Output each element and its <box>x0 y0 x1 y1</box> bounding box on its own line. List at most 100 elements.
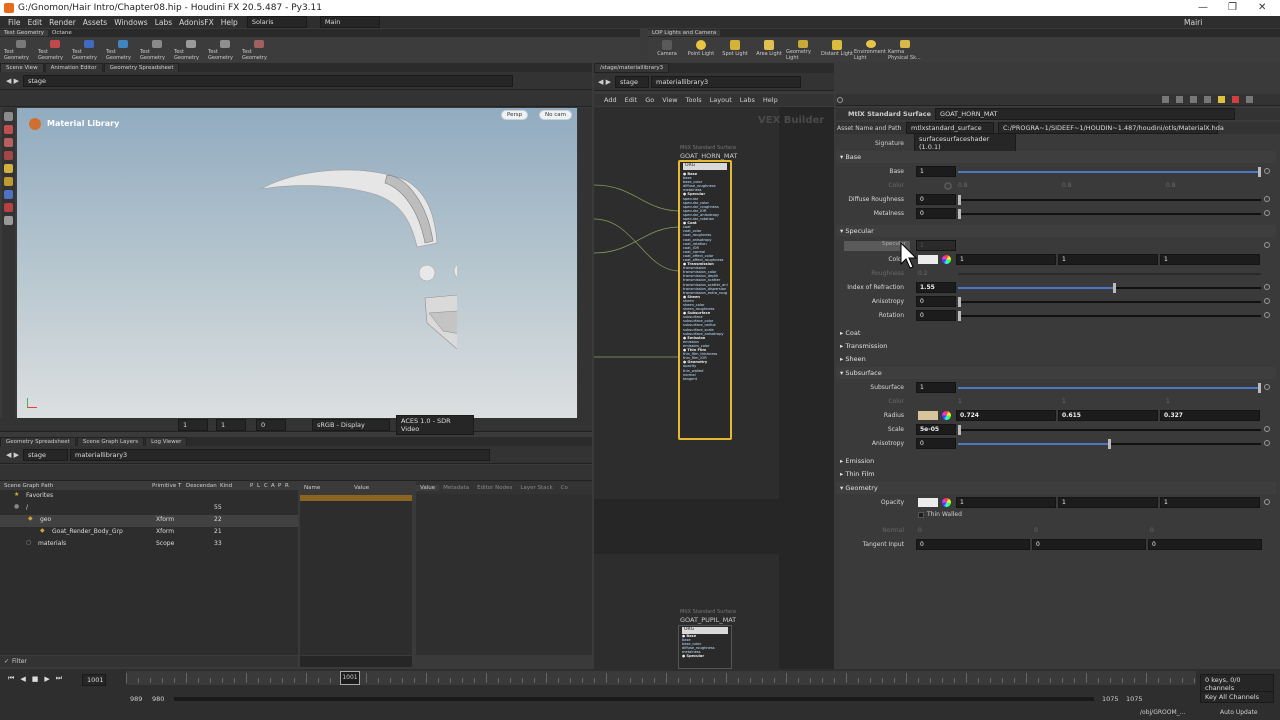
gear-icon[interactable] <box>1264 284 1270 290</box>
tree-row[interactable]: ◆ Goat_Render_Body_Grp Xform 21 <box>0 527 298 539</box>
shelf-tool[interactable]: Test Geometry <box>140 37 174 61</box>
toolbar-icon[interactable] <box>1176 96 1183 103</box>
tree-row[interactable]: ◆ geo Xform 22 <box>0 515 298 527</box>
shelf-tool[interactable]: Test Geometry <box>208 37 242 61</box>
tree-row[interactable]: ● / 55 <box>0 503 298 515</box>
gear-icon[interactable] <box>1264 168 1270 174</box>
base-value[interactable]: 1 <box>916 166 956 177</box>
move-tool-icon[interactable] <box>4 125 13 134</box>
minimize-button[interactable]: — <box>1198 2 1208 13</box>
asset-path-field[interactable]: C:/PROGRA~1/SIDEEF~1/HOUDIN~1.487/houdin… <box>998 122 1224 134</box>
tab-log-viewer[interactable]: Log Viewer <box>145 436 188 447</box>
section-subsurface[interactable]: ▾ Subsurface <box>836 367 1276 379</box>
col-name[interactable]: Name <box>300 485 354 491</box>
camera-menu[interactable]: No cam <box>539 110 572 120</box>
frame-field-c[interactable]: 0 <box>256 418 286 431</box>
col-p2[interactable]: P <box>278 483 285 489</box>
camera-tool[interactable]: Camera <box>650 37 684 61</box>
perspective-menu[interactable]: Persp <box>501 110 529 120</box>
anisotropy-value[interactable]: 0 <box>916 296 956 307</box>
viewer-path[interactable]: stage <box>23 74 513 87</box>
network-path-b[interactable]: materiallibrary3 <box>651 75 801 88</box>
shelf-tool[interactable]: Test Geometry <box>242 37 276 61</box>
menu-edit[interactable]: Edit <box>28 18 43 27</box>
gear-icon[interactable] <box>1264 440 1270 446</box>
col-p[interactable]: P <box>250 483 257 489</box>
gear-icon[interactable] <box>837 97 843 103</box>
tree-row[interactable]: ★ Favorites <box>0 491 298 503</box>
anisotropy-slider[interactable] <box>958 301 1261 303</box>
frame-field-a[interactable]: 1 <box>178 418 208 431</box>
tab-animation-editor[interactable]: Animation Editor <box>44 62 103 73</box>
context-select[interactable]: Main <box>319 16 380 28</box>
scenegraph-path-b[interactable]: materiallibrary3 <box>70 448 490 461</box>
menu-windows[interactable]: Windows <box>114 18 147 27</box>
ior-value[interactable]: 1.55 <box>916 282 956 293</box>
tab-geometry-spreadsheet[interactable]: Geometry Spreadsheet <box>103 62 180 73</box>
tab-metadata[interactable]: Metadata <box>439 485 473 491</box>
color-wheel-icon[interactable] <box>942 411 951 420</box>
auto-update-button[interactable]: Auto Update <box>1220 709 1258 716</box>
net-menu-tools[interactable]: Tools <box>686 96 702 104</box>
section-coat[interactable]: ▸ Coat <box>836 327 1276 339</box>
gear-icon[interactable] <box>1264 384 1270 390</box>
timeline-ruler[interactable] <box>126 671 1196 685</box>
rotation-slider[interactable] <box>958 315 1261 317</box>
light-tool-icon[interactable] <box>4 177 13 186</box>
rotation-value[interactable]: 0 <box>916 310 956 321</box>
color-swatch[interactable] <box>918 255 938 264</box>
filter-check-icon[interactable]: ✓ <box>4 658 9 665</box>
shelf-tool[interactable]: Test Geometry <box>4 37 38 61</box>
gear-icon[interactable] <box>1264 426 1270 432</box>
net-menu-add[interactable]: Add <box>604 96 617 104</box>
last-frame-button[interactable]: ⏭ <box>56 674 62 683</box>
gear-icon[interactable] <box>1264 312 1270 318</box>
desktop-select[interactable]: Solaris <box>246 16 307 28</box>
stop-button[interactable]: ■ <box>32 675 39 683</box>
diffuse-roughness-slider[interactable] <box>958 199 1261 201</box>
tree-row[interactable]: ○ materials Scope 33 <box>0 539 298 551</box>
specular-value[interactable]: 1 <box>916 240 956 251</box>
range-start-b[interactable]: 980 <box>152 695 164 703</box>
key-all-channels-button[interactable]: Key All Channels <box>1200 691 1274 703</box>
nav-arrows-icon[interactable]: ◀ ▶ <box>598 78 611 86</box>
handle-tool-icon[interactable] <box>4 164 13 173</box>
gear-icon[interactable] <box>1264 196 1270 202</box>
camera-tool-icon[interactable] <box>4 203 13 212</box>
network-path-a[interactable]: stage <box>615 75 649 88</box>
play-button[interactable]: ▶ <box>44 675 49 683</box>
shelf-tool[interactable]: Test Geometry <box>72 37 106 61</box>
area-light-tool[interactable]: Area Light <box>752 37 786 61</box>
col-r[interactable]: R <box>285 483 292 489</box>
col-kind[interactable]: Kind <box>220 483 250 489</box>
gear-icon[interactable] <box>1264 210 1270 216</box>
range-end-b[interactable]: 1075 <box>1126 695 1143 703</box>
paint-tool-icon[interactable] <box>4 190 13 199</box>
net-menu-labs[interactable]: Labs <box>740 96 755 104</box>
thin-walled-checkbox[interactable] <box>918 512 924 518</box>
gear-icon[interactable] <box>1264 499 1270 505</box>
section-thin-film[interactable]: ▸ Thin Film <box>836 468 1276 480</box>
display-select[interactable]: sRGB - Display <box>312 418 390 431</box>
metalness-slider[interactable] <box>958 213 1261 215</box>
ss-anisotropy-value[interactable]: 0 <box>916 438 956 449</box>
scale-value[interactable]: 5e-05 <box>916 424 956 435</box>
net-menu-go[interactable]: Go <box>645 96 654 104</box>
shelf-tab-test-geometry[interactable]: Test Geometry <box>0 30 49 36</box>
net-menu-layout[interactable]: Layout <box>710 96 732 104</box>
frame-field-b[interactable]: 1 <box>216 418 246 431</box>
section-geometry[interactable]: ▾ Geometry <box>836 482 1276 494</box>
tab-scene-graph-layers[interactable]: Scene Graph Layers <box>76 436 145 447</box>
tab-editor-nodes[interactable]: Editor Nodes <box>473 485 516 491</box>
col-primitive-type[interactable]: Primitive T <box>152 483 186 489</box>
net-menu-view[interactable]: View <box>662 96 677 104</box>
rotate-tool-icon[interactable] <box>4 138 13 147</box>
col-l[interactable]: L <box>257 483 264 489</box>
col-descendants[interactable]: Descendan <box>186 483 220 489</box>
toolbar-icon[interactable] <box>1246 96 1253 103</box>
prev-frame-button[interactable]: ◀ <box>20 675 25 683</box>
color-wheel-icon[interactable] <box>942 255 951 264</box>
tab-network[interactable]: /stage/materiallibrary3 <box>594 63 670 73</box>
current-frame-field[interactable]: 1001 <box>82 674 106 686</box>
toolbar-icon[interactable] <box>1232 96 1239 103</box>
